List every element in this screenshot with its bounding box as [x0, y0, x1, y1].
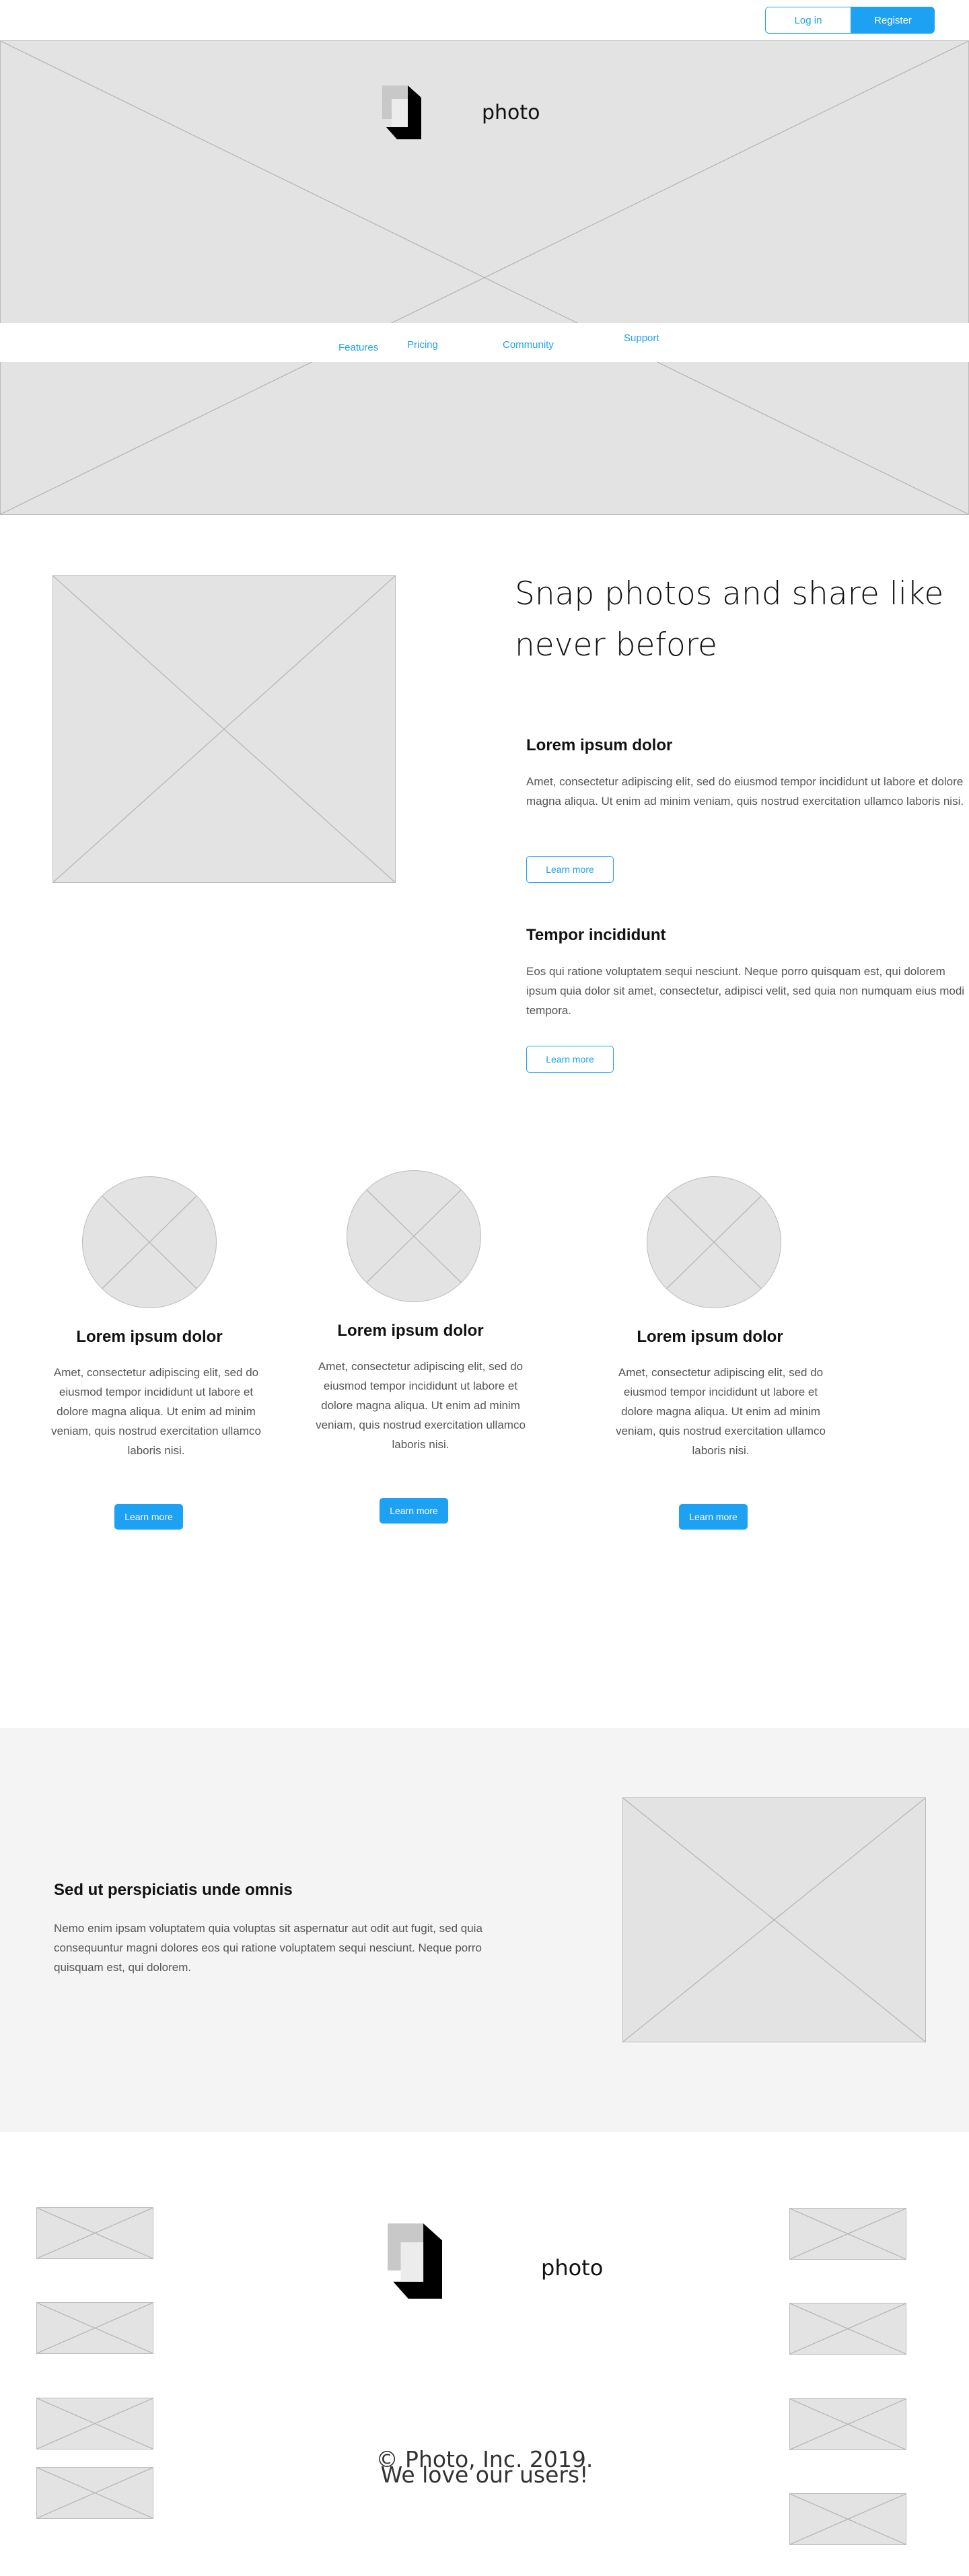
- footer-link-placeholder[interactable]: [789, 2303, 906, 2355]
- intro-feature-text: Eos qui ratione voluptatem sequi nesciun…: [526, 965, 965, 1017]
- card-title: Lorem ipsum dolor: [637, 1328, 783, 1346]
- intro-headline: Snap photos and share like never before: [515, 575, 944, 664]
- footer-link-placeholder[interactable]: [36, 2302, 153, 2354]
- card-image-placeholder: [347, 1170, 481, 1302]
- card-text: Amet, consectetur adipiscing elit, sed d…: [616, 1366, 826, 1457]
- brand-name: photo: [482, 101, 540, 124]
- footer-link-placeholder[interactable]: [789, 2493, 906, 2545]
- photo-logo-icon: [388, 2219, 442, 2303]
- highlight-title: Sed ut perspiciatis unde omnis: [54, 1881, 293, 1899]
- footer-link-placeholder[interactable]: [789, 2208, 906, 2260]
- intro-feature-title: Lorem ipsum dolor: [526, 736, 673, 754]
- intro-image-placeholder: [52, 575, 396, 883]
- card-title: Lorem ipsum dolor: [337, 1322, 484, 1340]
- learn-more-button[interactable]: Learn more: [679, 1504, 748, 1530]
- footer-link-placeholder[interactable]: [36, 2398, 153, 2449]
- intro-feature-text: Amet, consectetur adipiscing elit, sed d…: [526, 775, 964, 808]
- footer-link-placeholder[interactable]: [789, 2398, 906, 2450]
- footer-brand-name: photo: [541, 2255, 604, 2281]
- learn-more-button[interactable]: Learn more: [526, 856, 614, 883]
- footer-link-placeholder[interactable]: [36, 2467, 153, 2519]
- learn-more-button[interactable]: Learn more: [114, 1504, 183, 1530]
- footer-tagline: We love our users!: [380, 2462, 589, 2488]
- highlight-text: Nemo enim ipsam voluptatem quia voluptas…: [54, 1922, 482, 1974]
- nav-item-support[interactable]: Support: [624, 332, 659, 344]
- nav-item-features[interactable]: Features: [338, 342, 378, 353]
- card-image-placeholder: [82, 1176, 217, 1308]
- learn-more-button[interactable]: Learn more: [380, 1498, 448, 1524]
- highlight-image-placeholder: [622, 1797, 926, 2042]
- learn-more-button[interactable]: Learn more: [526, 1046, 614, 1073]
- intro-feature-title: Tempor incididunt: [526, 926, 666, 944]
- footer-link-placeholder[interactable]: [36, 2207, 153, 2259]
- main-nav: [0, 323, 969, 362]
- nav-item-community[interactable]: Community: [503, 339, 554, 351]
- card-text: Amet, consectetur adipiscing elit, sed d…: [51, 1366, 261, 1457]
- nav-item-pricing[interactable]: Pricing: [407, 339, 438, 351]
- auth-buttons: Log in Register: [765, 7, 935, 34]
- photo-logo-icon: [382, 85, 421, 139]
- login-button[interactable]: Log in: [765, 7, 851, 34]
- card-text: Amet, consectetur adipiscing elit, sed d…: [316, 1360, 526, 1451]
- card-image-placeholder: [647, 1176, 781, 1308]
- card-title: Lorem ipsum dolor: [76, 1328, 223, 1346]
- register-button[interactable]: Register: [851, 7, 935, 34]
